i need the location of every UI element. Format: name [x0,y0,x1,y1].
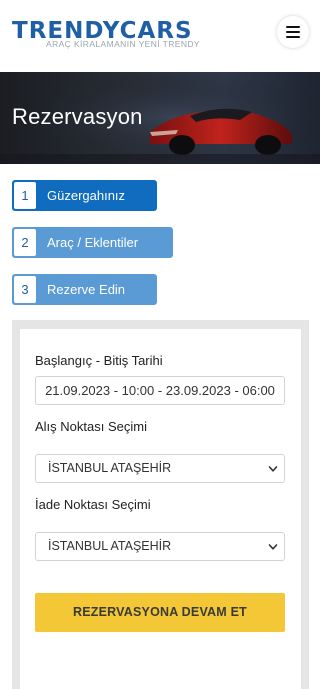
pickup-location-label: Alış Noktası Seçimi [35,419,147,434]
site-header: TRENDYCARS ARAÇ KİRALAMANIN YENİ TRENDY [0,0,320,72]
page-title: Rezervasyon [12,104,143,129]
step-reserve[interactable]: 3 Rezerve Edin [12,274,157,305]
logo-tagline: ARAÇ KİRALAMANIN YENİ TRENDY [46,39,201,49]
step-route[interactable]: 1 Güzergahınız [12,180,157,211]
step-vehicle-extras[interactable]: 2 Araç / Eklentiler [12,227,173,258]
step-label: Rezerve Edin [47,282,126,297]
date-range-label: Başlangıç - Bitiş Tarihi [35,353,163,368]
brand-logo[interactable]: TRENDYCARS ARAÇ KİRALAMANIN YENİ TRENDY [12,19,200,53]
hamburger-menu-icon [286,26,300,28]
return-location-value: İSTANBUL ATAŞEHİR [48,539,172,553]
return-location-label: İade Noktası Seçimi [35,497,151,512]
step-label: Araç / Eklentiler [47,235,139,250]
chevron-down-icon [268,544,278,550]
chevron-down-icon [268,466,278,472]
pickup-location-value: İSTANBUL ATAŞEHİR [48,461,172,475]
step-number: 1 [14,182,36,209]
step-label: Güzergahınız [47,188,126,203]
hamburger-menu-button[interactable] [277,16,309,48]
date-range-input[interactable]: 21.09.2023 - 10:00 - 23.09.2023 - 06:00 [35,376,285,405]
step-number: 3 [14,276,36,303]
pickup-location-select[interactable]: İSTANBUL ATAŞEHİR [35,454,285,483]
return-location-select[interactable]: İSTANBUL ATAŞEHİR [35,532,285,561]
hamburger-menu-icon-bar [286,31,300,33]
continue-reservation-button[interactable]: REZERVASYONA DEVAM ET [35,593,285,632]
hamburger-menu-icon-bar [286,36,300,38]
hero-banner: Rezervasyon [0,72,320,164]
step-number: 2 [14,229,36,256]
